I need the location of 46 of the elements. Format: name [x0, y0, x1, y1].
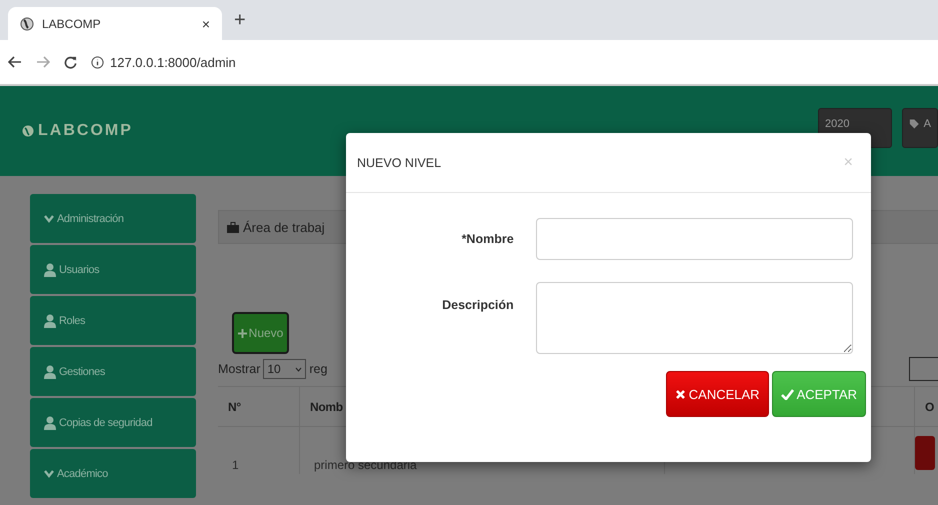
sidebar-item[interactable]: Académico: [30, 449, 196, 498]
user-icon: [44, 314, 56, 328]
check-icon: [780, 388, 794, 400]
column-header: N°: [218, 386, 300, 426]
caret-icon: [295, 366, 302, 372]
sidebar-item[interactable]: Roles: [30, 296, 196, 345]
sidebar-item[interactable]: Usuarios: [30, 245, 196, 294]
reload-icon[interactable]: [64, 56, 77, 68]
field-label: Descripción: [441, 297, 514, 312]
accept-button[interactable]: ACEPTAR: [772, 371, 866, 417]
forward-icon[interactable]: [36, 56, 50, 68]
sidebar-item[interactable]: Administración: [30, 194, 196, 243]
tab-close[interactable]: ×: [202, 16, 210, 32]
length-suffix: reg: [309, 362, 328, 376]
tag-icon: [909, 118, 920, 130]
close-icon: [674, 388, 686, 400]
plus-icon: [238, 329, 247, 338]
address-field[interactable]: 127.0.0.1:8000/admin: [110, 54, 236, 70]
new-tab-button[interactable]: +: [234, 9, 246, 32]
logo-icon: [22, 125, 34, 137]
description-field[interactable]: [536, 282, 853, 354]
tab-title: LABCOMP: [42, 16, 102, 30]
length-select[interactable]: 10: [263, 359, 306, 379]
chevron-icon: [44, 470, 54, 478]
new-button[interactable]: Nuevo: [232, 312, 289, 354]
brand-name: LABCOMP: [38, 122, 134, 140]
chevron-icon: [44, 214, 54, 222]
name-field[interactable]: [536, 218, 853, 260]
user-icon: [44, 364, 56, 378]
cancel-button[interactable]: CANCELAR: [666, 371, 769, 417]
length-label: Mostrar: [218, 362, 260, 376]
briefcase-icon: [227, 222, 239, 232]
sidebar-item[interactable]: Copias de seguridad: [30, 398, 196, 447]
field-label: *Nombre: [460, 231, 514, 246]
column-header: O: [915, 386, 938, 426]
globe-icon: [20, 16, 34, 30]
user-icon: [44, 416, 56, 430]
header-button[interactable]: A: [902, 108, 938, 148]
table-cell: 1: [218, 426, 300, 474]
info-icon[interactable]: [91, 56, 104, 68]
user-icon: [44, 262, 56, 276]
panel-title: Área de trabaj: [243, 220, 325, 234]
modal-title: NUEVO NIVEL: [357, 156, 442, 170]
back-icon[interactable]: [8, 56, 22, 68]
browser-tab[interactable]: LABCOMP ×: [8, 7, 222, 40]
sidebar-item[interactable]: Gestiones: [30, 347, 196, 396]
